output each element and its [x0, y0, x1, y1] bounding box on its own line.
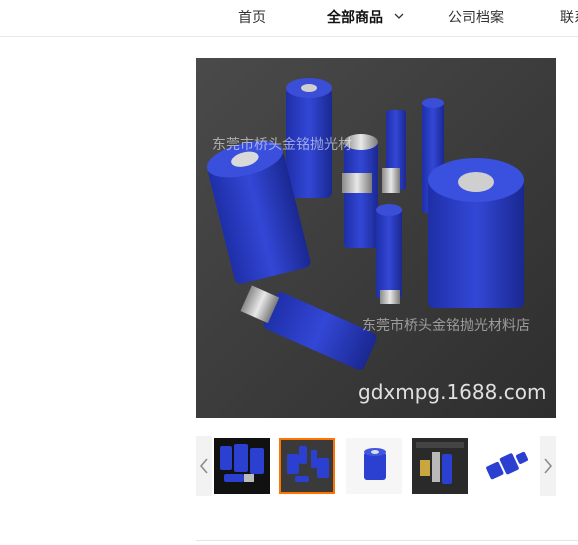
top-nav: 首页 全部商品 公司档案 联系	[0, 0, 578, 37]
thumbnail-1-art	[214, 438, 270, 494]
nav-all-products-label: 全部商品	[327, 10, 383, 26]
watermark-shop-bottom: 东莞市桥头金铭抛光材料店	[362, 318, 530, 334]
thumbnail-5[interactable]	[479, 438, 535, 494]
nav-home-link[interactable]: 首页	[238, 7, 266, 27]
carousel-next-button[interactable]	[540, 436, 556, 496]
watermark-shop-top: 东莞市桥头金铭抛光材	[212, 137, 352, 153]
chevron-down-icon	[394, 13, 404, 19]
nav-all-products-link[interactable]: 全部商品	[327, 7, 404, 27]
thumbnail-4-art	[412, 438, 468, 494]
chevron-right-icon	[544, 458, 552, 474]
thumbnail-1[interactable]	[214, 438, 270, 494]
chevron-left-icon	[200, 458, 208, 474]
thumbnail-4[interactable]	[412, 438, 468, 494]
thumbnail-3[interactable]	[346, 438, 402, 494]
thumbnail-2-art	[281, 440, 333, 492]
nav-company-profile-link[interactable]: 公司档案	[448, 7, 504, 27]
nav-contact-link[interactable]: 联系	[560, 7, 578, 27]
product-photo-art	[196, 58, 556, 418]
thumbnail-2[interactable]	[279, 438, 335, 494]
watermark-url: gdxmpg.1688.com	[358, 380, 547, 404]
section-divider	[196, 540, 578, 541]
thumbnail-5-art	[479, 438, 535, 494]
thumbnail-3-art	[346, 438, 402, 494]
thumbnail-carousel	[196, 436, 556, 496]
carousel-prev-button[interactable]	[196, 436, 212, 496]
main-product-image[interactable]: 东莞市桥头金铭抛光材 东莞市桥头金铭抛光材料店 gdxmpg.1688.com	[196, 58, 556, 418]
